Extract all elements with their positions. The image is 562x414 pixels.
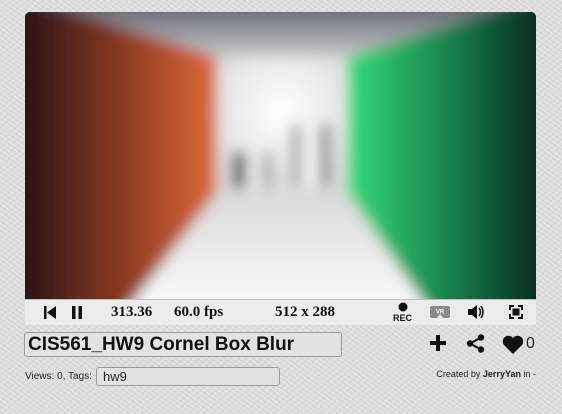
fullscreen-icon[interactable]: [509, 305, 523, 319]
record-icon: [398, 302, 408, 312]
created-by-label: Created by: [436, 369, 481, 379]
like-count: 0: [526, 335, 535, 352]
add-to-playlist-button[interactable]: [429, 334, 447, 357]
like-button[interactable]: [502, 335, 524, 359]
share-icon: [466, 334, 485, 353]
rewind-icon[interactable]: [44, 306, 56, 319]
author-credit: Created by JerryYan in -: [436, 369, 536, 379]
tags-field[interactable]: hw9: [96, 367, 280, 386]
vr-label: VR: [436, 310, 445, 316]
in-label: in: [523, 369, 531, 379]
heart-icon: [502, 335, 524, 354]
vr-button[interactable]: VR: [430, 305, 450, 319]
cornell-box-render: [25, 12, 536, 299]
views-label: Views:: [25, 371, 55, 382]
volume-icon[interactable]: [468, 304, 486, 320]
tags-label: Tags:: [68, 371, 92, 382]
shader-stats: Views: 0, Tags:: [25, 371, 92, 382]
fps-display: 60.0 fps: [174, 304, 224, 320]
player-controls: 313.36 60.0 fps 512 x 288 REC VR: [25, 299, 536, 325]
pause-icon[interactable]: [72, 306, 82, 319]
shader-title: CIS561_HW9 Cornel Box Blur: [24, 332, 342, 357]
vr-icon: VR: [430, 306, 450, 318]
share-button[interactable]: [466, 334, 485, 358]
time-display: 313.36: [111, 304, 153, 320]
shader-canvas[interactable]: [25, 12, 536, 299]
record-label: REC: [393, 313, 413, 323]
category-link[interactable]: -: [533, 369, 536, 379]
plus-icon: [430, 335, 446, 351]
resolution-display: 512 x 288: [275, 304, 335, 320]
record-button[interactable]: REC: [393, 302, 413, 324]
author-link[interactable]: JerryYan: [483, 369, 521, 379]
